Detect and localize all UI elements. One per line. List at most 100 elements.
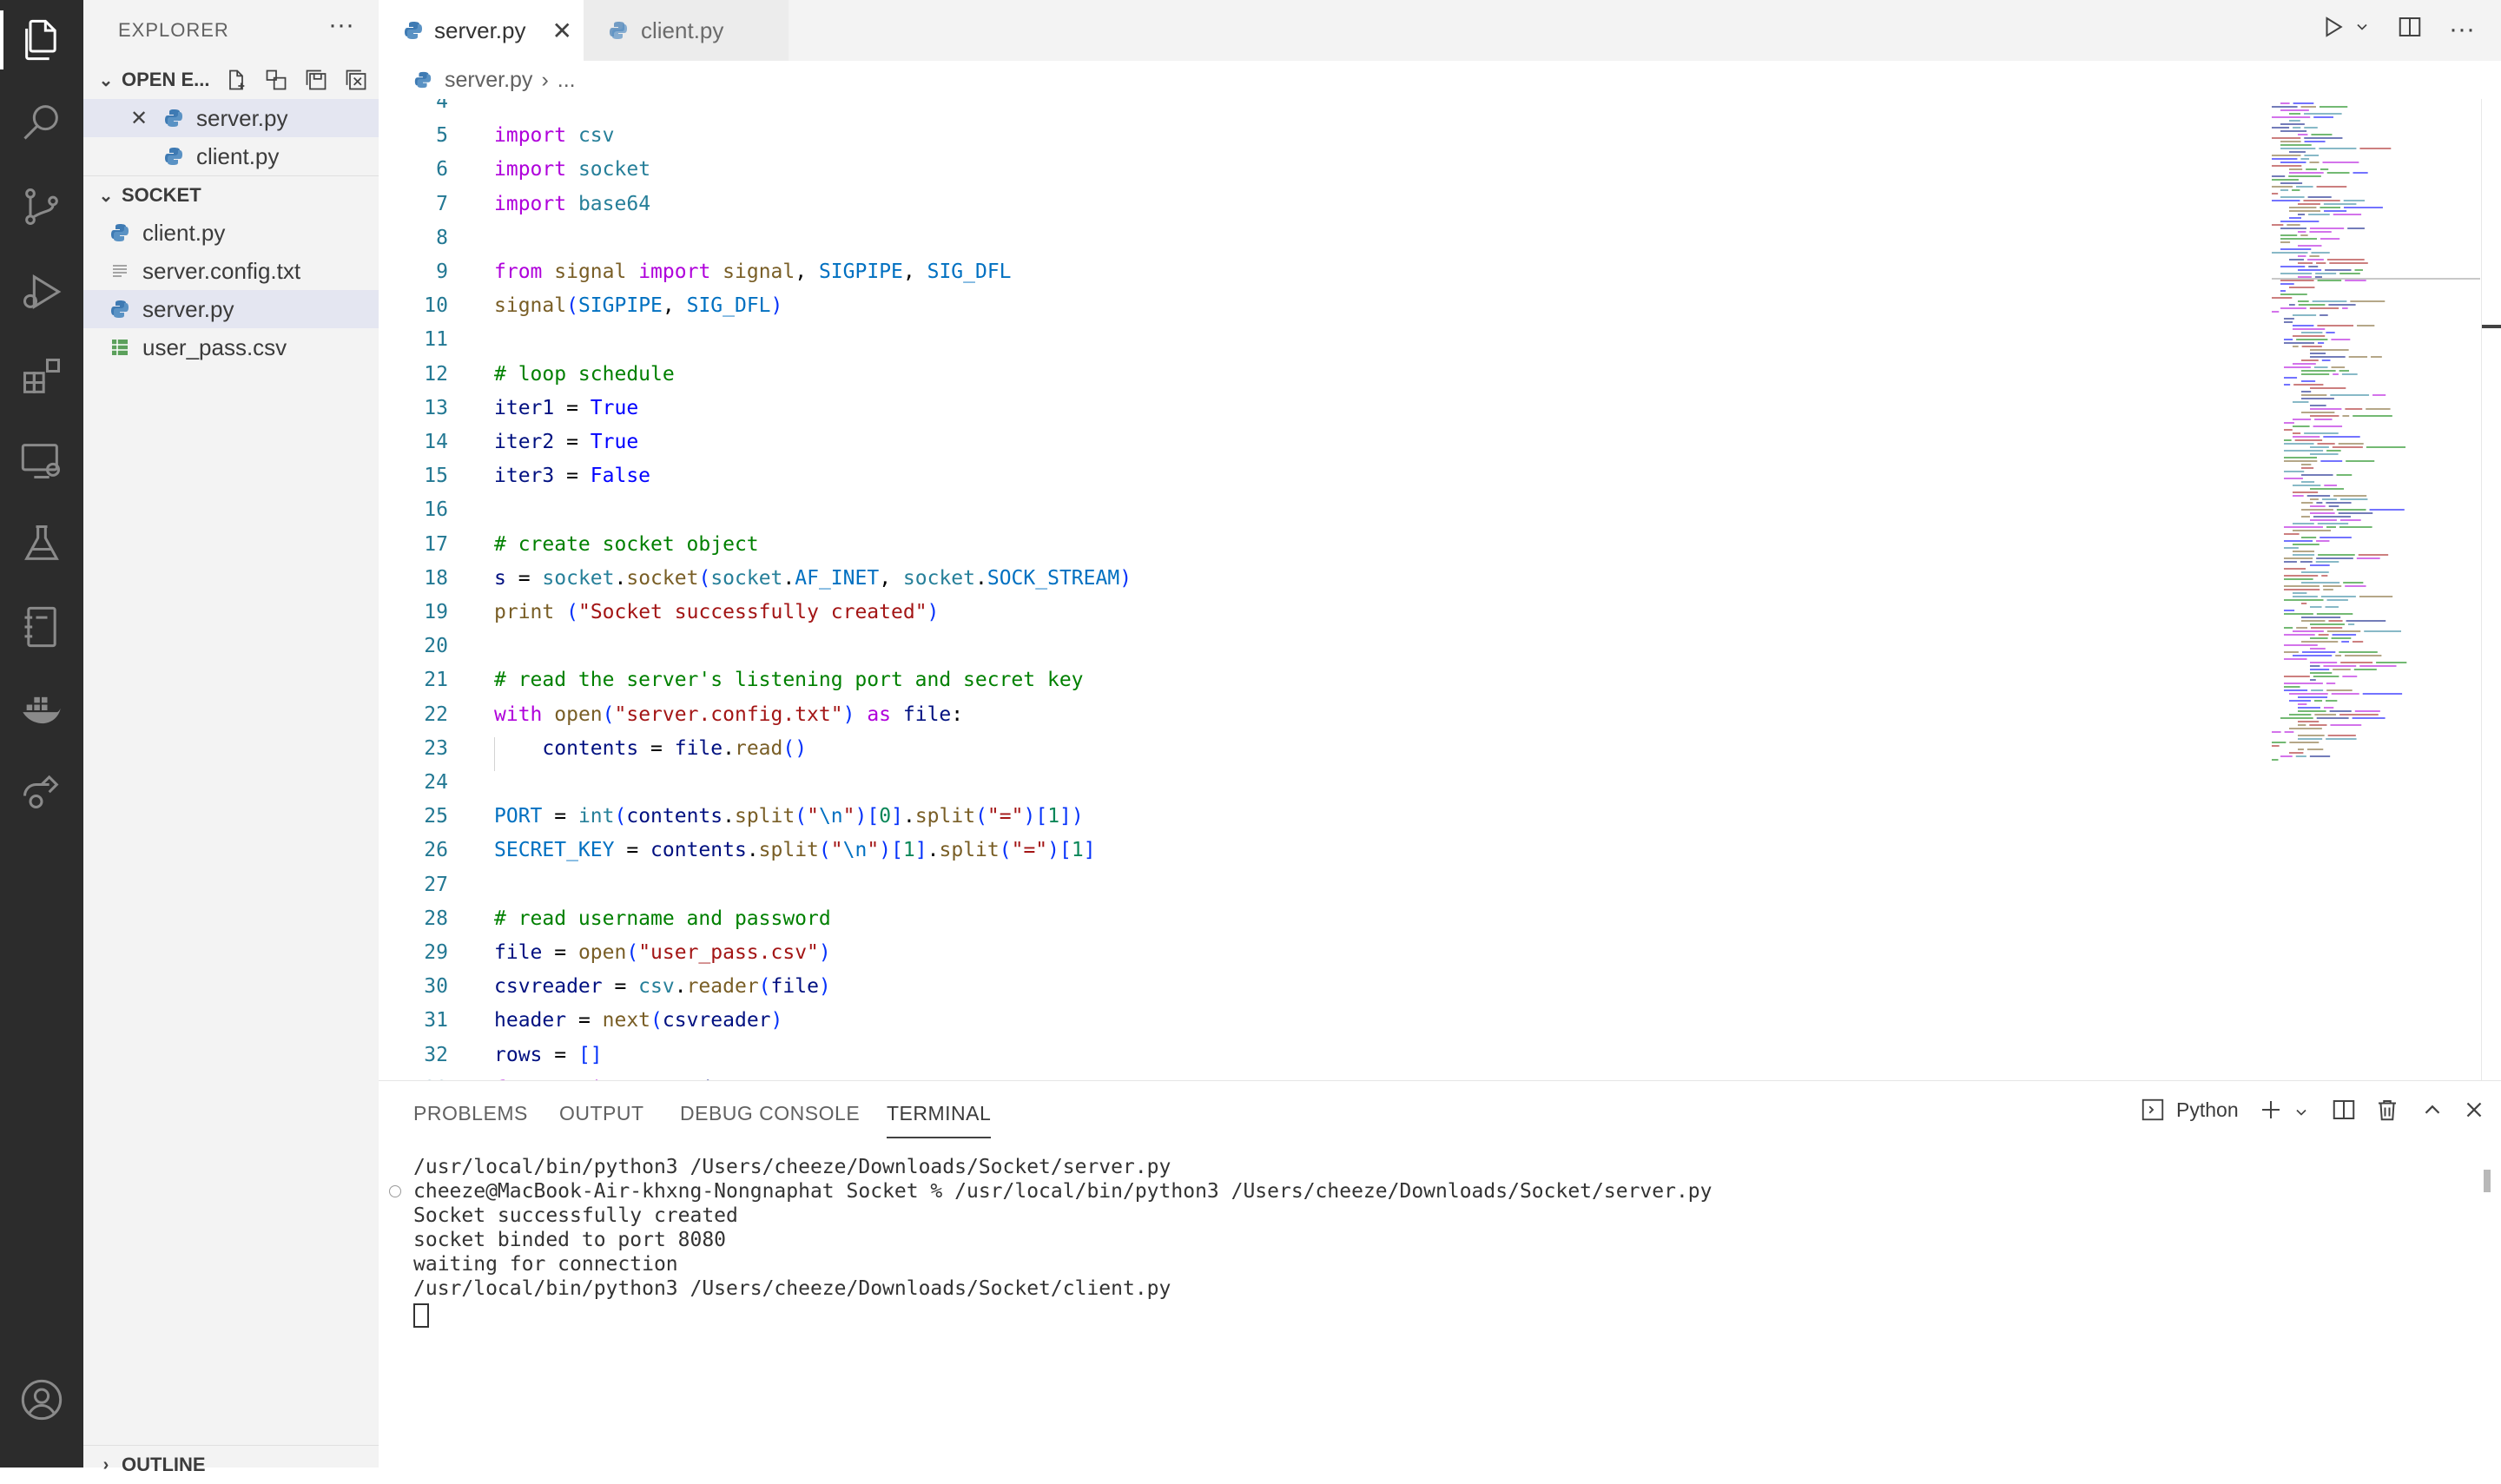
minimap-token (2301, 641, 2339, 643)
minimap-token (2272, 742, 2287, 743)
code-line[interactable]: print ("Socket successfully created") (494, 601, 939, 623)
open-editors-header[interactable]: ⌄ OPEN E... (83, 61, 379, 99)
minimap-token (2356, 557, 2380, 559)
more-actions-icon[interactable]: ··· (328, 10, 354, 40)
minimap-token (2284, 585, 2320, 587)
code-line[interactable]: with open("server.config.txt") as file: (494, 703, 963, 726)
docker-icon[interactable] (0, 672, 83, 749)
indent-guide (494, 736, 495, 771)
trash-icon[interactable] (2374, 1097, 2400, 1123)
code-line[interactable]: file = open("user_pass.csv") (494, 941, 831, 964)
minimap-token (2304, 137, 2343, 139)
chevron-down-icon: ⌄ (98, 186, 114, 206)
code-line[interactable]: # loop schedule (494, 363, 675, 386)
code-line[interactable]: s = socket.socket(socket.AF_INET, socket… (494, 567, 1132, 590)
code-line[interactable]: rows = [] (494, 1044, 603, 1066)
search-icon[interactable] (0, 83, 83, 160)
code-line[interactable]: # create socket object (494, 533, 759, 556)
code-line[interactable]: iter1 = True (494, 397, 638, 419)
line-number: 21 (424, 669, 448, 692)
open-editor-client-py[interactable]: client.py (83, 137, 379, 175)
minimap-token (2304, 127, 2318, 129)
split-editor-icon[interactable] (2397, 14, 2423, 44)
minimap-token (2301, 464, 2312, 465)
minimap-token (2301, 412, 2335, 413)
remote-explorer-icon[interactable] (0, 422, 83, 498)
tab-terminal[interactable]: TERMINAL (887, 1102, 992, 1138)
terminal-scrollbar[interactable] (2484, 1170, 2491, 1192)
line-number: 32 (424, 1043, 448, 1066)
save-all-icon[interactable] (302, 66, 330, 94)
tab-client-py[interactable]: client.py (584, 0, 789, 61)
editor-scrollbar[interactable] (2481, 99, 2501, 1080)
minimap[interactable] (2272, 99, 2480, 768)
outline-header[interactable]: › OUTLINE (83, 1445, 379, 1484)
minimap-token (2284, 658, 2307, 660)
code-line[interactable]: iter3 = False (494, 465, 650, 487)
code-line[interactable]: import base64 (494, 193, 650, 215)
tab-debug-console[interactable]: DEBUG CONSOLE (680, 1102, 860, 1125)
minimap-token (2310, 564, 2330, 566)
breadcrumb-file[interactable]: server.py (445, 68, 532, 93)
source-control-icon[interactable] (0, 168, 83, 245)
minimap-token (2289, 210, 2321, 212)
new-file-icon[interactable] (222, 66, 250, 94)
file-user-pass-csv[interactable]: user_pass.csv (83, 328, 379, 366)
code-line[interactable]: contents = file.read() (494, 737, 807, 760)
file-server-config-txt[interactable]: server.config.txt (83, 252, 379, 290)
code-line[interactable]: iter2 = True (494, 431, 638, 453)
minimap-token (2327, 735, 2356, 736)
minimap-token (2326, 332, 2335, 333)
code-line[interactable]: # read username and password (494, 907, 831, 930)
code-line[interactable]: header = next(csvreader) (494, 1009, 782, 1032)
breadcrumb-symbol[interactable]: ... (558, 68, 576, 93)
close-panel-icon[interactable] (2461, 1097, 2487, 1123)
tab-server-py[interactable]: server.py ✕ (379, 0, 584, 61)
bottom-panel: PROBLEMS OUTPUT DEBUG CONSOLE TERMINAL P… (379, 1080, 2501, 1468)
account-icon[interactable] (0, 1362, 83, 1438)
maximize-panel-icon[interactable] (2419, 1097, 2445, 1123)
open-editor-server-py[interactable]: ✕ server.py (83, 99, 379, 137)
open-editors-label: OPEN E... (122, 69, 210, 90)
code-line[interactable]: from signal import signal, SIGPIPE, SIG_… (494, 261, 1012, 283)
close-icon[interactable]: ✕ (129, 106, 149, 131)
explorer-icon[interactable] (0, 2, 83, 78)
file-client-py[interactable]: client.py (83, 214, 379, 252)
code-line[interactable]: import socket (494, 158, 650, 181)
notebook-icon[interactable] (0, 589, 83, 665)
run-debug-icon[interactable] (0, 254, 83, 330)
terminal-shell-selector[interactable]: Python (2140, 1097, 2239, 1123)
code-line[interactable]: # read the server's listening port and s… (494, 669, 1084, 691)
minimap-token (2298, 735, 2325, 736)
tab-output[interactable]: OUTPUT (559, 1102, 644, 1125)
chevron-down-icon[interactable] (2293, 1104, 2310, 1121)
minimap-token (2280, 234, 2298, 236)
terminal-cursor[interactable] (413, 1303, 429, 1328)
extensions-icon[interactable] (0, 339, 83, 415)
code-line[interactable]: signal(SIGPIPE, SIG_DFL) (494, 294, 782, 317)
folder-header-socket[interactable]: ⌄ SOCKET (83, 175, 379, 214)
split-terminal-icon[interactable] (2331, 1097, 2357, 1123)
tab-problems[interactable]: PROBLEMS (413, 1102, 528, 1125)
minimap-token (2284, 526, 2323, 528)
code-editor[interactable]: 4 5 import csv 6 import socket 7 import base64… (379, 99, 2501, 1080)
line-number: 25 (424, 805, 448, 828)
chevron-down-icon[interactable] (2353, 18, 2371, 40)
code-line[interactable]: PORT = int(contents.split("\n")[0].split… (494, 805, 1084, 828)
live-share-icon[interactable] (0, 752, 83, 828)
code-line[interactable]: import csv (494, 124, 615, 147)
new-folder-icon[interactable] (262, 66, 290, 94)
command-decoration-icon[interactable] (389, 1185, 401, 1197)
minimap-token (2284, 377, 2298, 379)
minimap-slider[interactable] (2272, 278, 2480, 280)
code-line[interactable]: csvreader = csv.reader(file) (494, 975, 831, 998)
new-terminal-icon[interactable] (2258, 1097, 2284, 1123)
minimap-token (2289, 207, 2317, 208)
close-all-icon[interactable] (342, 66, 370, 94)
testing-icon[interactable] (0, 505, 83, 582)
more-actions-icon[interactable]: ··· (2449, 15, 2475, 44)
file-server-py[interactable]: server.py (83, 290, 379, 328)
code-line[interactable]: SECRET_KEY = contents.split("\n")[1].spl… (494, 839, 1096, 861)
run-python-file-icon[interactable] (2320, 14, 2346, 44)
close-icon[interactable]: ✕ (552, 16, 572, 45)
